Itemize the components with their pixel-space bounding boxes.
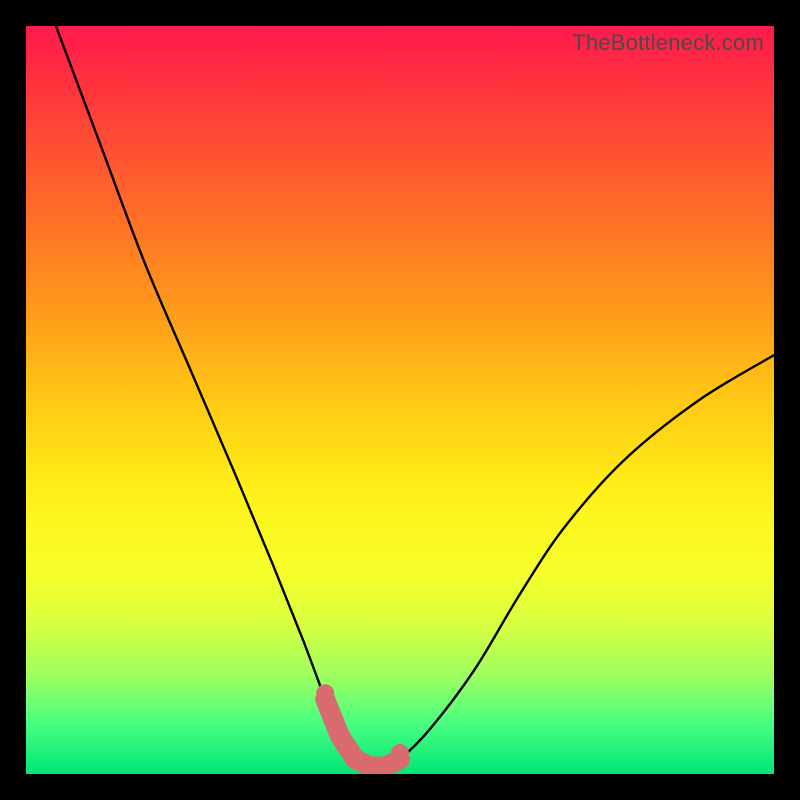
chart-plot-area: TheBottleneck.com xyxy=(26,26,774,774)
trough-highlight xyxy=(325,699,400,766)
chart-container: TheBottleneck.com xyxy=(0,0,800,800)
bottleneck-curve-path xyxy=(56,26,774,767)
trough-marker-left xyxy=(316,684,334,702)
curve-layer xyxy=(26,26,774,774)
trough-marker-right xyxy=(391,744,409,762)
